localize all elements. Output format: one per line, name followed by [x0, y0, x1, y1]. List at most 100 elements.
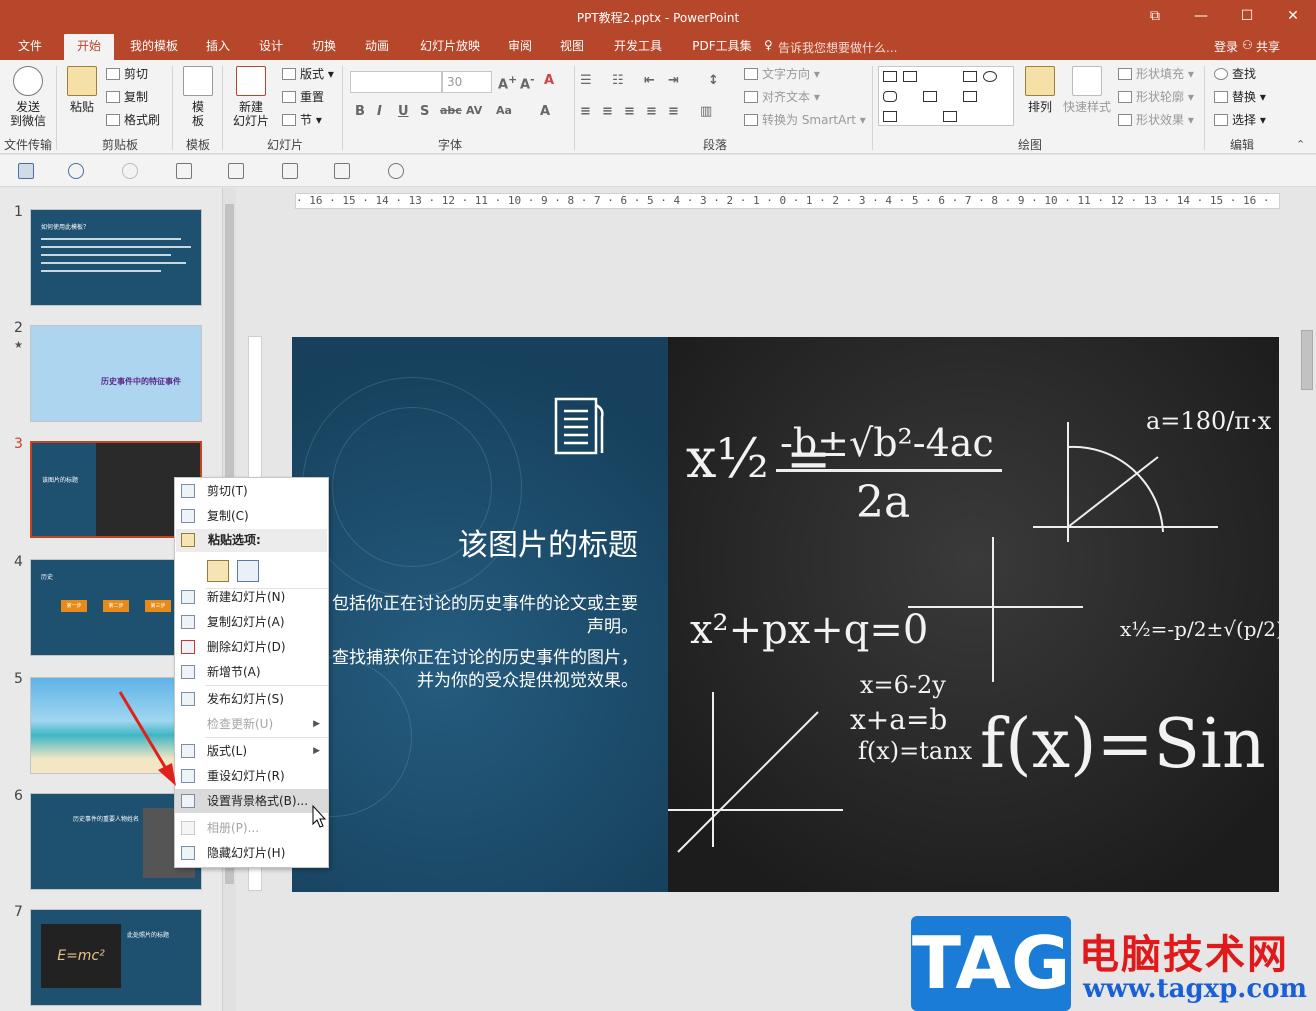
menu-item-publish-slides[interactable]: 发布幻灯片(S): [175, 687, 328, 711]
arrange-button[interactable]: 排列: [1024, 66, 1056, 114]
textbox-icon[interactable]: [228, 163, 244, 179]
numbering-icon[interactable]: ☷: [612, 73, 624, 88]
save-icon[interactable]: [18, 163, 34, 179]
present-icon[interactable]: [282, 163, 298, 179]
slide-scrollbar[interactable]: [1298, 188, 1316, 1011]
tab-developer[interactable]: 开发工具: [606, 34, 670, 60]
template-button[interactable]: 模 板: [180, 66, 216, 128]
arrow-shape-icon[interactable]: [963, 91, 977, 102]
layout-button[interactable]: 版式 ▾: [282, 66, 334, 82]
tab-my-templates[interactable]: 我的模板: [122, 34, 186, 60]
tell-me-input[interactable]: 告诉我您想要做什么...: [778, 39, 897, 56]
slide-thumbnail-2[interactable]: 历史事件中的特征事件: [30, 325, 202, 422]
distributed-icon[interactable]: ≡: [668, 104, 679, 119]
share-button[interactable]: 共享: [1256, 38, 1280, 55]
slide-body-paragraph-1[interactable]: 包括你正在讨论的历史事件的论文或主要声明。: [322, 593, 638, 639]
font-name-input[interactable]: [350, 71, 442, 93]
slideshow-icon[interactable]: [334, 163, 350, 179]
brace-shape-icon[interactable]: [943, 111, 957, 122]
tab-file[interactable]: 文件: [8, 34, 52, 60]
char-spacing-icon[interactable]: AV: [466, 104, 482, 117]
align-text-button[interactable]: 对齐文本 ▾: [744, 89, 820, 105]
bullets-icon[interactable]: ☰: [580, 73, 592, 88]
slide-thumbnail-7[interactable]: E=mc² 此处照片的标题: [30, 909, 202, 1006]
paste-button[interactable]: 粘贴: [64, 66, 100, 114]
slide-title[interactable]: 该图片的标题: [292, 520, 638, 564]
collapse-ribbon-icon[interactable]: ⌃: [1296, 138, 1305, 151]
menu-item-new-slide[interactable]: 新建幻灯片(N): [175, 585, 328, 609]
close-button[interactable]: ✕: [1270, 0, 1316, 34]
bold-icon[interactable]: B: [355, 104, 365, 119]
current-slide[interactable]: 该图片的标题 包括你正在讨论的历史事件的论文或主要声明。 查找捕获你正在讨论的历…: [292, 337, 1279, 892]
shape-effects-button[interactable]: 形状效果 ▾: [1118, 112, 1194, 128]
replace-button[interactable]: 替换 ▾: [1214, 89, 1266, 105]
tab-insert[interactable]: 插入: [198, 34, 238, 60]
convert-smartart-button[interactable]: 转换为 SmartArt ▾: [744, 112, 866, 128]
shape-outline-button[interactable]: 形状轮廓 ▾: [1118, 89, 1194, 105]
italic-icon[interactable]: I: [377, 104, 382, 119]
reset-button[interactable]: 重置: [282, 89, 324, 105]
paste-picture-icon[interactable]: [237, 560, 259, 582]
menu-item-layout[interactable]: 版式(L) ▶: [175, 739, 328, 763]
find-button[interactable]: 查找: [1214, 66, 1256, 82]
line-spacing-icon[interactable]: ↕: [708, 73, 719, 88]
tab-pdf-tools[interactable]: PDF工具集: [684, 34, 760, 60]
from-beginning-icon[interactable]: [176, 163, 192, 179]
select-button[interactable]: 选择 ▾: [1214, 112, 1266, 128]
menu-item-duplicate-slide[interactable]: 复制幻灯片(A): [175, 610, 328, 634]
textbox-shape-icon[interactable]: [883, 71, 897, 82]
columns-icon[interactable]: ▥: [700, 104, 712, 119]
cut-button[interactable]: 剪切: [106, 66, 148, 82]
align-right-icon[interactable]: ≡: [624, 104, 635, 119]
menu-item-delete-slide[interactable]: 删除幻灯片(D): [175, 635, 328, 659]
shape-fill-button[interactable]: 形状填充 ▾: [1118, 66, 1194, 82]
new-slide-button[interactable]: 新建 幻灯片: [228, 66, 274, 128]
minimize-button[interactable]: —: [1178, 0, 1224, 34]
tab-slideshow[interactable]: 幻灯片放映: [412, 34, 488, 60]
vertical-textbox-shape-icon[interactable]: [903, 71, 917, 82]
justify-icon[interactable]: ≡: [646, 104, 657, 119]
oval-shape-icon[interactable]: [983, 71, 997, 82]
font-size-input[interactable]: 30: [442, 71, 492, 93]
send-to-wechat-button[interactable]: 发送 到微信: [8, 66, 48, 128]
slide-thumbnail-1[interactable]: 如何使用此模板？: [30, 209, 202, 306]
shapes-gallery[interactable]: [878, 66, 1014, 126]
section-button[interactable]: 节 ▾: [282, 112, 322, 128]
menu-item-reset-slide[interactable]: 重设幻灯片(R): [175, 764, 328, 788]
change-case-icon[interactable]: Aa: [496, 104, 512, 117]
decrease-font-icon[interactable]: A-: [520, 73, 535, 92]
redo-icon[interactable]: [122, 163, 138, 179]
tab-animations[interactable]: 动画: [357, 34, 397, 60]
scrollbar-thumb[interactable]: [1301, 330, 1313, 390]
format-painter-button[interactable]: 格式刷: [106, 112, 160, 128]
connector-shape-icon[interactable]: [923, 91, 937, 102]
align-center-icon[interactable]: ≡: [602, 104, 613, 119]
font-color-icon[interactable]: A: [540, 104, 550, 119]
ribbon-display-icon[interactable]: ⧉: [1132, 0, 1178, 34]
undo-icon[interactable]: [68, 163, 84, 179]
slide-body-paragraph-2[interactable]: 查找捕获你正在讨论的历史事件的图片，并为你的受众提供视觉效果。: [322, 647, 638, 693]
paste-keep-source-icon[interactable]: [207, 560, 229, 582]
tab-review[interactable]: 审阅: [500, 34, 540, 60]
underline-icon[interactable]: U: [398, 104, 409, 119]
tab-transitions[interactable]: 切换: [304, 34, 344, 60]
quick-styles-button[interactable]: 快速样式: [1060, 66, 1114, 114]
decrease-indent-icon[interactable]: ⇤: [644, 73, 655, 88]
menu-item-format-background[interactable]: 设置背景格式(B)...: [175, 789, 328, 813]
menu-item-hide-slide[interactable]: 隐藏幻灯片(H): [175, 841, 328, 865]
clear-format-icon[interactable]: A: [544, 73, 554, 88]
tab-design[interactable]: 设计: [251, 34, 291, 60]
maximize-button[interactable]: ☐: [1224, 0, 1270, 34]
freeform-shape-icon[interactable]: [883, 111, 897, 122]
align-left-icon[interactable]: ≡: [580, 104, 591, 119]
tab-home[interactable]: 开始: [64, 34, 114, 60]
increase-font-icon[interactable]: A+: [498, 73, 517, 92]
copy-button[interactable]: 复制: [106, 89, 148, 105]
strikethrough-icon[interactable]: abc: [440, 104, 462, 117]
text-direction-button[interactable]: 文字方向 ▾: [744, 66, 820, 82]
chalkboard-image[interactable]: x½ = -b±√b²-4ac 2a x²+px+q=0 x=6-2y x+a=…: [668, 337, 1279, 892]
menu-item-add-section[interactable]: 新增节(A): [175, 660, 328, 684]
tab-view[interactable]: 视图: [552, 34, 592, 60]
menu-item-cut[interactable]: 剪切(T): [175, 479, 328, 503]
menu-item-copy[interactable]: 复制(C): [175, 504, 328, 528]
